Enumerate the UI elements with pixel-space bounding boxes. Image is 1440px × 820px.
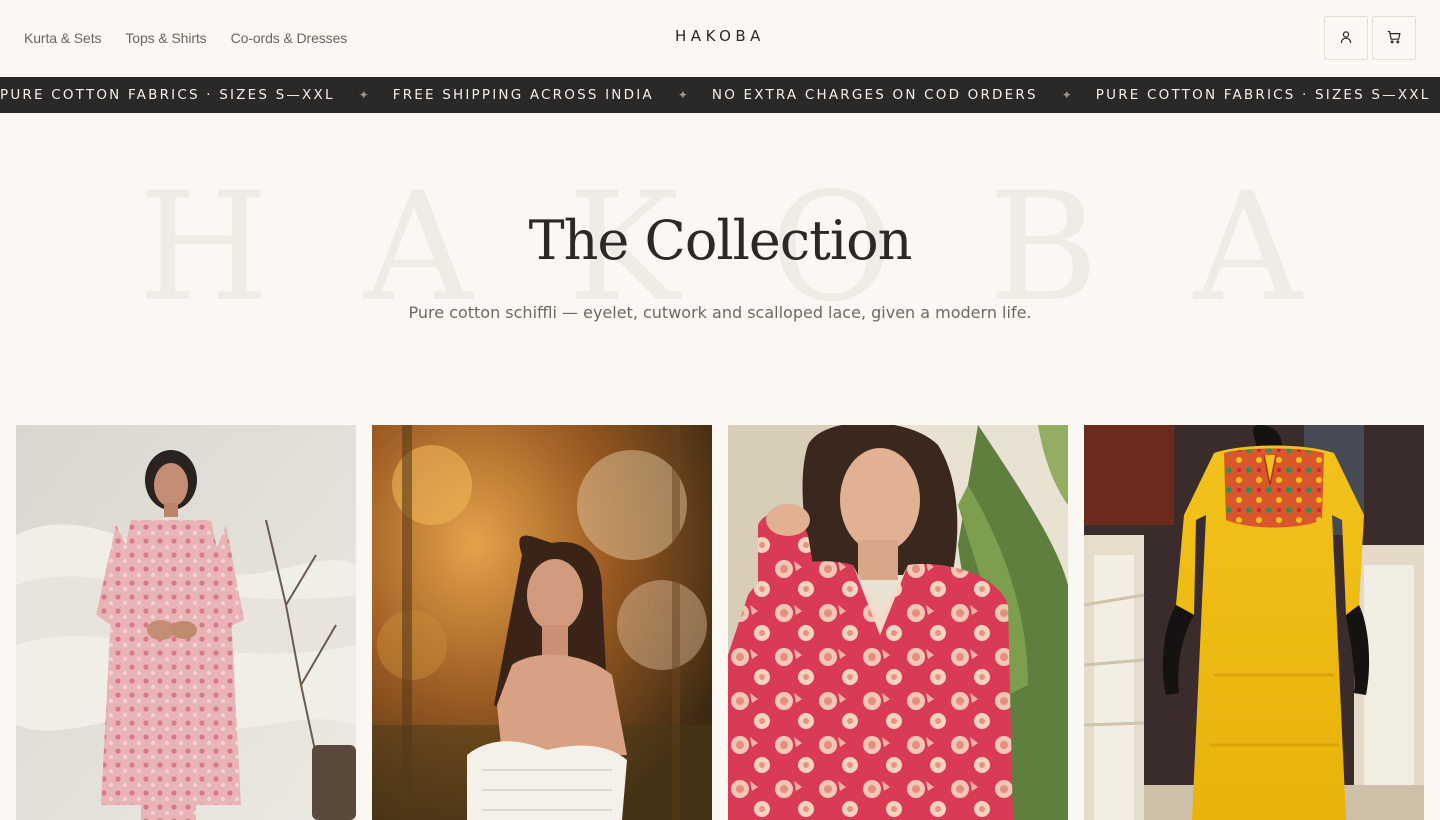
announcement-track: PURE COTTON FABRICS · SIZES S—XXL ✦ FREE…: [0, 77, 1430, 113]
user-icon: [1339, 29, 1353, 48]
cart-button[interactable]: [1372, 16, 1416, 60]
page-title: The Collection: [528, 209, 913, 272]
product-card[interactable]: [16, 425, 356, 820]
collection-hero: HAKOBA The Collection Pure cotton schiff…: [0, 113, 1440, 425]
product-card[interactable]: [372, 425, 712, 820]
product-grid: [16, 425, 1424, 820]
sparkle-icon: ✦: [677, 88, 688, 102]
announcement-item: NO EXTRA CHARGES ON COD ORDERS: [711, 87, 1038, 103]
product-image: [1084, 425, 1424, 820]
product-image: [372, 425, 712, 820]
announcement-bar: PURE COTTON FABRICS · SIZES S—XXL ✦ FREE…: [0, 77, 1440, 113]
announcement-item: PURE COTTON FABRICS · SIZES S—XXL: [1095, 87, 1431, 103]
product-image: [728, 425, 1068, 820]
account-button[interactable]: [1324, 16, 1368, 60]
product-card[interactable]: [728, 425, 1068, 820]
cart-icon: [1387, 29, 1401, 48]
announcement-item: FREE SHIPPING ACROSS INDIA: [392, 87, 654, 103]
brand-logo[interactable]: HAKOBA: [0, 27, 1440, 45]
sparkle-icon: ✦: [358, 88, 369, 102]
page-subtitle: Pure cotton schiffli — eyelet, cutwork a…: [408, 303, 1032, 322]
sparkle-icon: ✦: [1061, 88, 1072, 102]
product-image: [16, 425, 356, 820]
product-card[interactable]: [1084, 425, 1424, 820]
announcement-item: PURE COTTON FABRICS · SIZES S—XXL: [0, 87, 335, 103]
site-header: Kurta & Sets Tops & Shirts Co-ords & Dre…: [0, 0, 1440, 77]
